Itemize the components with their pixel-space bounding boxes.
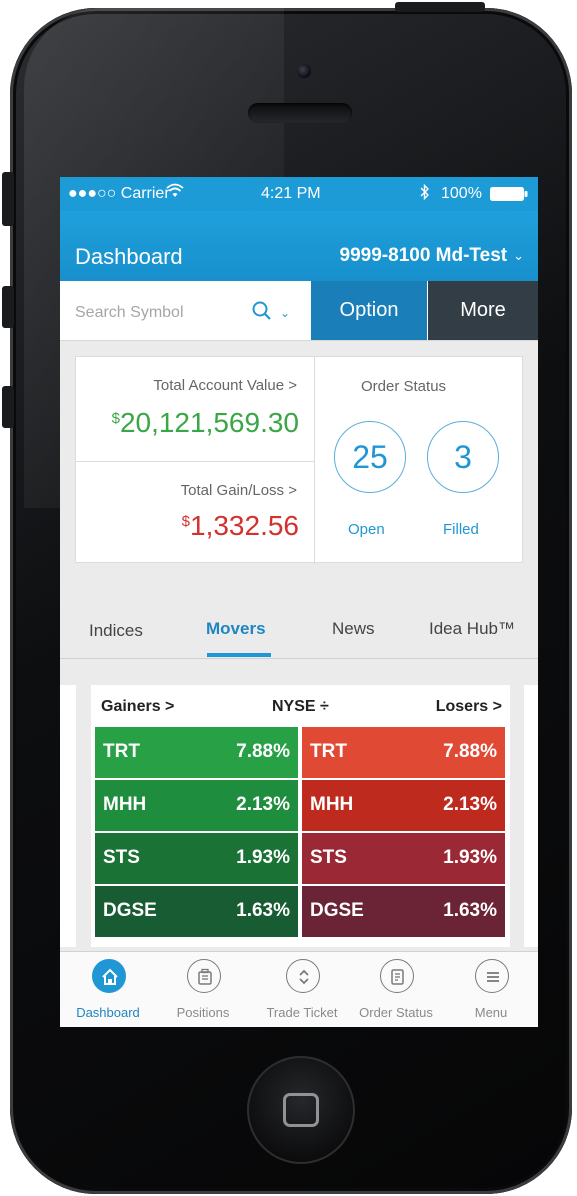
loser-row[interactable]: DGSE 1.63% [302, 886, 505, 937]
trade-icon [286, 959, 320, 993]
home-button-square [283, 1093, 319, 1127]
home-button[interactable] [247, 1056, 355, 1164]
account-summary-card: Total Account Value > $20,121,569.30 Tot… [75, 356, 523, 564]
search-input[interactable]: Search Symbol ⌄ [60, 281, 311, 341]
tab-movers[interactable]: Movers [206, 619, 266, 639]
mover-change: 1.93% [236, 847, 290, 868]
exchange-selector[interactable]: NYSE ÷ [272, 698, 329, 716]
loser-row[interactable]: TRT 7.88% [302, 727, 505, 778]
front-camera [297, 64, 311, 78]
total-gain-loss: $1,332.56 [182, 510, 299, 542]
total-account-value: $20,121,569.30 [112, 407, 299, 439]
chevron-down-icon: ⌄ [513, 248, 524, 263]
mover-change: 2.13% [443, 794, 497, 815]
mover-symbol: MHH [310, 794, 354, 815]
wifi-icon [166, 183, 184, 204]
mover-symbol: DGSE [310, 900, 364, 921]
mover-change: 1.63% [236, 900, 290, 921]
tab-label: Menu [474, 1005, 508, 1020]
mute-switch [2, 172, 14, 226]
previous-card-edge [60, 685, 76, 947]
bluetooth-icon [420, 183, 430, 206]
total-gain-loss-label[interactable]: Total Gain/Loss > [181, 482, 297, 499]
open-orders-label[interactable]: Open [348, 521, 385, 538]
nav-bar: Dashboard 9999-8100 Md-Test ⌄ [60, 211, 538, 281]
search-icon[interactable] [251, 300, 273, 328]
gainers-link[interactable]: Gainers > [101, 698, 174, 716]
more-button[interactable]: More [428, 281, 538, 340]
mover-symbol: STS [310, 847, 347, 868]
gainer-row[interactable]: TRT 7.88% [95, 727, 298, 778]
option-button[interactable]: Option [311, 281, 427, 340]
active-tab-indicator [207, 653, 271, 657]
tab-label: Positions [176, 1005, 230, 1020]
filled-orders-count[interactable]: 3 [427, 421, 499, 493]
carrier-label: ●●●○○ Carrier [68, 185, 170, 202]
tab-news[interactable]: News [332, 619, 375, 639]
total-gain-loss-amount: 1,332.56 [190, 510, 299, 541]
divider [314, 357, 315, 564]
tab-order-status[interactable]: Order Status [348, 952, 444, 1027]
status-bar: ●●●○○ Carrier 4:21 PM 100% [60, 177, 538, 211]
volume-up-button [2, 286, 14, 328]
total-account-value-label[interactable]: Total Account Value > [153, 377, 297, 394]
tab-idea-hub[interactable]: Idea Hub™ [429, 619, 515, 639]
losers-link[interactable]: Losers > [436, 698, 502, 716]
loser-row[interactable]: STS 1.93% [302, 833, 505, 884]
bottom-tab-bar: Dashboard Positions Trade Ticket Order Stat… [60, 951, 538, 1027]
account-selector[interactable]: 9999-8100 Md-Test ⌄ [340, 245, 524, 267]
movers-card: Gainers > NYSE ÷ Losers > TRT 7.88% MHH 2.1… [91, 685, 510, 947]
tab-label: Dashboard [76, 1005, 140, 1020]
total-account-value-amount: 20,121,569.30 [119, 407, 299, 438]
account-label: 9999-8100 Md-Test [339, 245, 508, 266]
chevron-down-icon[interactable]: ⌄ [280, 306, 290, 320]
mover-change: 7.88% [443, 741, 497, 762]
mover-symbol: MHH [103, 794, 147, 815]
mover-symbol: TRT [310, 741, 347, 762]
tab-indices[interactable]: Indices [89, 621, 143, 641]
search-row: Search Symbol ⌄ Option More [60, 281, 538, 341]
open-orders-count[interactable]: 25 [334, 421, 406, 493]
tab-menu[interactable]: Menu [443, 952, 538, 1027]
next-card-edge [524, 685, 538, 947]
volume-down-button [2, 386, 14, 428]
clock: 4:21 PM [261, 185, 321, 202]
mover-symbol: DGSE [103, 900, 157, 921]
mover-symbol: TRT [103, 741, 140, 762]
order-status-label: Order Status [361, 378, 447, 395]
order-icon [380, 959, 414, 993]
mover-change: 1.63% [443, 900, 497, 921]
search-placeholder: Search Symbol [75, 304, 184, 321]
tab-positions[interactable]: Positions [155, 952, 251, 1027]
tab-trade-ticket[interactable]: Trade Ticket [254, 952, 350, 1027]
currency-symbol: $ [181, 513, 190, 530]
mover-change: 1.93% [443, 847, 497, 868]
mover-change: 2.13% [236, 794, 290, 815]
mover-symbol: STS [103, 847, 140, 868]
gainer-row[interactable]: STS 1.93% [95, 833, 298, 884]
market-tabs: Indices Movers News Idea Hub™ [60, 609, 538, 659]
gainer-row[interactable]: MHH 2.13% [95, 780, 298, 831]
tab-dashboard[interactable]: Dashboard [60, 952, 156, 1027]
currency-symbol: $ [111, 410, 120, 427]
divider [76, 461, 314, 462]
tab-label: Trade Ticket [266, 1005, 338, 1020]
battery-percent: 100% [441, 185, 482, 202]
home-icon [92, 959, 126, 993]
page-title: Dashboard [75, 244, 183, 269]
power-button [395, 2, 485, 12]
mover-change: 7.88% [236, 741, 290, 762]
tab-label: Order Status [359, 1005, 433, 1020]
app-screen: ●●●○○ Carrier 4:21 PM 100% Dashboard 999… [60, 177, 538, 1027]
loser-row[interactable]: MHH 2.13% [302, 780, 505, 831]
menu-icon [475, 959, 509, 993]
battery-icon [490, 187, 528, 206]
gainer-row[interactable]: DGSE 1.63% [95, 886, 298, 937]
earpiece-speaker [248, 103, 352, 123]
briefcase-icon [187, 959, 221, 993]
filled-orders-label[interactable]: Filled [443, 521, 479, 538]
